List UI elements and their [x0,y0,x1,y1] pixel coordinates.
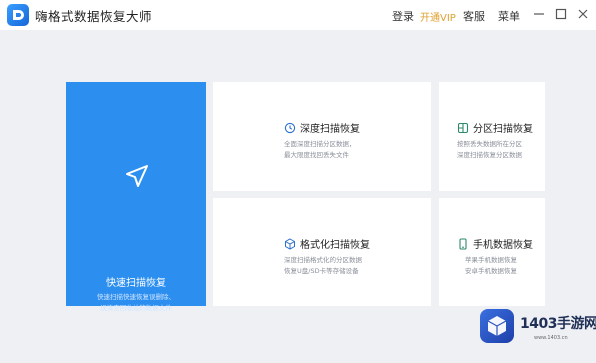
deep-scan-title: 深度扫描恢复 [300,124,360,135]
format-scan-description: 深度扫描格式化的分区数据 恢复U盘/SD卡等存储设备 [284,255,362,277]
phone-recovery-desc-line2: 安卓手机数据恢复 [465,267,517,275]
phone-recovery-title: 手机数据恢复 [473,240,533,251]
deep-scan-card[interactable]: 深度扫描恢复 全面深度扫描分区数据， 最大限度找回丢失文件 [213,82,431,191]
deep-scan-desc-line2: 最大限度找回丢失文件 [284,151,349,159]
phone-recovery-description: 苹果手机数据恢复 安卓手机数据恢复 [465,255,517,277]
app-logo-icon [7,4,29,26]
partition-scan-title: 分区扫描恢复 [473,124,533,135]
customer-service-button[interactable]: 客服 [463,8,485,24]
title-bar: 嗨格式数据恢复大师 登录 开通VIP 客服 菜单 [0,0,596,30]
vip-button[interactable]: 开通VIP [420,9,456,24]
partition-scan-header: 分区扫描恢复 [457,120,533,135]
quick-scan-desc-line2: 误清空回收站的数据文件 [100,304,172,312]
format-scan-card[interactable]: 格式化扫描恢复 深度扫描格式化的分区数据 恢复U盘/SD卡等存储设备 [213,198,431,306]
watermark-cube-icon [480,309,514,343]
partition-icon [457,122,469,134]
format-scan-title: 格式化扫描恢复 [300,240,370,251]
watermark-name: 1403手游网 [520,316,596,332]
phone-recovery-card[interactable]: 手机数据恢复 苹果手机数据恢复 安卓手机数据恢复 [439,198,545,306]
login-button[interactable]: 登录 [392,8,414,24]
quick-scan-description: 快速扫描快速恢复误删除、 误清空回收站的数据文件 [76,292,196,314]
phone-recovery-desc-line1: 苹果手机数据恢复 [465,256,517,264]
maximize-icon[interactable] [553,6,569,22]
deep-scan-header: 深度扫描恢复 [284,120,360,135]
site-watermark: 1403手游网 www.1403.cn [476,303,596,361]
app-title: 嗨格式数据恢复大师 [35,9,153,24]
watermark-url: www.1403.cn [534,335,568,341]
format-scan-header: 格式化扫描恢复 [284,236,370,251]
format-scan-desc-line2: 恢复U盘/SD卡等存储设备 [284,267,359,275]
quick-scan-title: 快速扫描恢复 [106,278,166,289]
deep-scan-desc-line1: 全面深度扫描分区数据， [284,140,356,148]
partition-scan-card[interactable]: 分区扫描恢复 按照丢失数据所在分区 深度扫描恢复分区数据 [439,82,545,191]
quick-scan-card[interactable]: 快速扫描恢复 快速扫描快速恢复误删除、 误清空回收站的数据文件 [66,82,206,312]
format-scan-desc-line1: 深度扫描格式化的分区数据 [284,256,362,264]
partition-scan-description: 按照丢失数据所在分区 深度扫描恢复分区数据 [457,139,522,161]
navigation-arrow-icon [119,160,153,194]
menu-button[interactable]: 菜单 [498,8,520,24]
deep-scan-description: 全面深度扫描分区数据， 最大限度找回丢失文件 [284,139,356,161]
close-icon[interactable] [575,6,591,22]
cube-icon [284,237,296,250]
quick-scan-desc-line1: 快速扫描快速恢复误删除、 [97,293,175,301]
minimize-icon[interactable] [531,6,547,22]
partition-scan-desc-line2: 深度扫描恢复分区数据 [457,151,522,159]
phone-recovery-header: 手机数据恢复 [457,236,533,251]
partition-scan-desc-line1: 按照丢失数据所在分区 [457,140,522,148]
clock-history-icon [284,122,296,134]
phone-icon [457,237,469,250]
